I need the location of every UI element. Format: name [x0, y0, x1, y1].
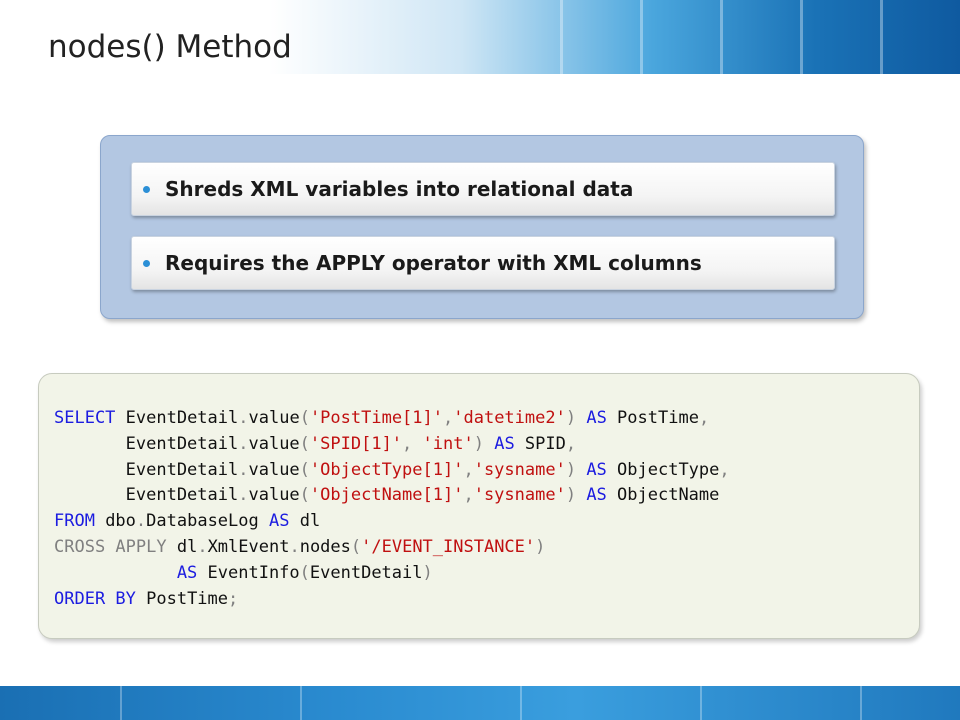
- code-line: EventDetail.value('SPID[1]', 'int') AS S…: [54, 434, 576, 454]
- code-string: 'sysname': [473, 485, 566, 506]
- code-identifier: EventDetail: [309, 562, 423, 583]
- code-string: 'PostTime[1]': [309, 408, 443, 428]
- code-string: 'int': [422, 433, 474, 454]
- code-identifier: dbo: [94, 511, 136, 532]
- code-operator: CROSS APPLY: [54, 536, 167, 557]
- code-operator: .: [238, 485, 249, 506]
- code-keyword: AS: [576, 485, 607, 506]
- code-identifier: nodes: [299, 536, 351, 557]
- code-identifier: PostTime: [606, 408, 699, 428]
- bullet-text: Shreds XML variables into relational dat…: [165, 177, 634, 201]
- code-operator: (: [350, 536, 362, 557]
- code-keyword: AS: [576, 408, 607, 428]
- light-streak: [640, 0, 643, 74]
- code-operator: ,: [698, 408, 710, 428]
- code-line: EventDetail.value('ObjectName[1]','sysna…: [54, 485, 720, 506]
- code-identifier: EventDetail: [115, 408, 239, 428]
- code-identifier: DatabaseLog: [146, 511, 269, 532]
- code-string: 'sysname': [473, 459, 566, 480]
- code-identifier: EventDetail: [54, 485, 239, 506]
- bullet-item: Requires the APPLY operator with XML col…: [131, 236, 835, 290]
- light-streak: [860, 686, 862, 720]
- code-identifier: ObjectType: [606, 459, 720, 480]
- code-line: CROSS APPLY dl.XmlEvent.nodes('/EVENT_IN…: [54, 537, 545, 557]
- code-operator: ): [422, 562, 433, 583]
- code-identifier: PostTime: [135, 588, 229, 609]
- code-operator: ,: [719, 459, 730, 480]
- code-keyword: AS: [268, 511, 290, 532]
- light-streak: [720, 0, 723, 74]
- light-streak: [880, 0, 883, 74]
- code-identifier: EventDetail: [54, 433, 239, 454]
- code-keyword: AS: [576, 459, 607, 480]
- code-identifier: dl: [289, 511, 321, 532]
- code-keyword: AS: [483, 433, 515, 454]
- code-operator: ;: [228, 588, 239, 609]
- code-operator: ,: [463, 485, 474, 506]
- code-operator: ): [535, 536, 546, 557]
- code-operator: ): [565, 459, 577, 480]
- code-string: '/EVENT_INSTANCE': [361, 536, 536, 557]
- code-operator: (: [299, 408, 310, 428]
- code-operator: .: [135, 511, 147, 532]
- code-string: 'datetime2': [453, 408, 566, 428]
- light-streak: [800, 0, 803, 74]
- code-line: FROM dbo.DatabaseLog AS dl: [54, 511, 320, 531]
- code-operator: ): [473, 433, 484, 454]
- code-operator: (: [299, 433, 310, 454]
- code-string: 'SPID[1]': [309, 433, 403, 454]
- code-line: EventDetail.value('ObjectType[1]','sysna…: [54, 460, 730, 480]
- code-keyword: FROM: [54, 511, 95, 532]
- light-streak: [700, 686, 702, 720]
- code-operator: .: [238, 408, 249, 428]
- code-operator: ,: [565, 433, 577, 454]
- code-operator: ): [565, 408, 577, 428]
- code-string: 'ObjectName[1]': [309, 485, 464, 506]
- bullet-item: Shreds XML variables into relational dat…: [131, 162, 835, 216]
- code-identifier: SPID: [514, 433, 566, 454]
- code-identifier: value: [248, 459, 300, 480]
- code-operator: (: [299, 459, 310, 480]
- footer-band: [0, 686, 960, 720]
- bullet-panel: Shreds XML variables into relational dat…: [100, 135, 864, 319]
- code-operator: (: [299, 485, 310, 506]
- code-line: ORDER BY PostTime;: [54, 589, 238, 609]
- code-identifier: value: [248, 485, 300, 506]
- code-identifier: dl: [166, 536, 198, 557]
- bullet-text: Requires the APPLY operator with XML col…: [165, 251, 702, 275]
- code-operator: .: [238, 459, 249, 480]
- code-operator: .: [289, 536, 300, 557]
- bullet-dot-icon: [143, 185, 150, 193]
- light-streak: [300, 686, 302, 720]
- code-operator: ,: [463, 459, 474, 480]
- code-identifier: value: [248, 408, 300, 428]
- light-streak: [120, 686, 122, 720]
- code-keyword: AS: [54, 562, 198, 583]
- code-operator: ,: [402, 433, 423, 454]
- bullet-dot-icon: [143, 259, 150, 267]
- code-block: SELECT EventDetail.value('PostTime[1]','…: [54, 406, 730, 612]
- code-line: AS EventInfo(EventDetail): [54, 563, 433, 583]
- code-identifier: value: [248, 433, 300, 454]
- light-streak: [520, 686, 522, 720]
- slide-title: nodes() Method: [48, 29, 292, 65]
- code-operator: .: [238, 433, 249, 454]
- code-operator: .: [197, 536, 208, 557]
- code-operator: (: [299, 562, 310, 583]
- code-identifier: EventDetail: [54, 459, 239, 480]
- light-streak: [560, 0, 563, 74]
- code-operator: ,: [443, 408, 454, 428]
- code-operator: ): [565, 485, 577, 506]
- code-string: 'ObjectType[1]': [309, 459, 464, 480]
- code-line: SELECT EventDetail.value('PostTime[1]','…: [54, 408, 709, 428]
- code-keyword: ORDER BY: [54, 588, 136, 609]
- code-identifier: XmlEvent: [207, 536, 290, 557]
- code-identifier: ObjectName: [606, 485, 720, 506]
- code-keyword: SELECT: [54, 408, 116, 428]
- code-identifier: EventInfo: [197, 562, 300, 583]
- code-panel: SELECT EventDetail.value('PostTime[1]','…: [38, 373, 920, 639]
